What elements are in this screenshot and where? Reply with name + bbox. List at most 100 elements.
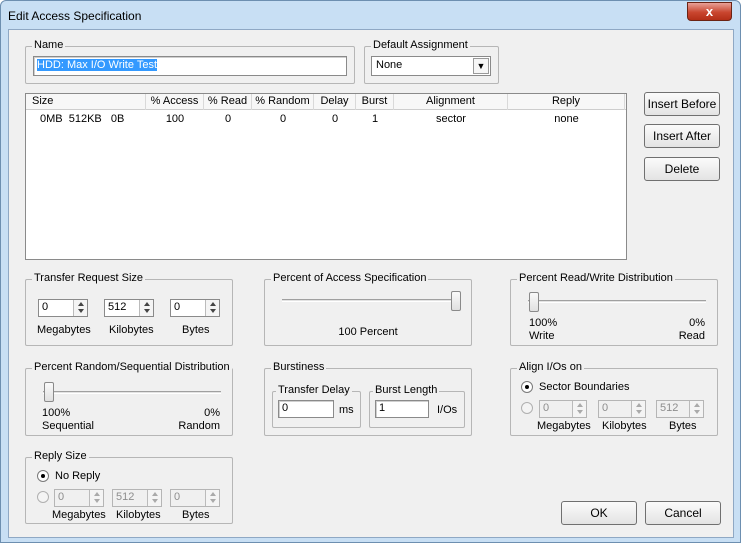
transfer-kilobytes-label: Kilobytes: [109, 324, 154, 336]
random-sequential-group: Percent Random/Sequential Distribution 1…: [25, 361, 233, 436]
reply-bytes-value: 0: [174, 491, 181, 503]
reply-bytes-stepper[interactable]: 0: [170, 489, 220, 507]
column-header-access[interactable]: % Access: [146, 94, 204, 110]
random-sequential-track: [43, 391, 221, 394]
burst-length-input[interactable]: 1: [375, 400, 429, 418]
cell-delay: 0: [331, 113, 339, 125]
name-input[interactable]: HDD: Max I/O Write Test: [33, 56, 347, 76]
reply-custom-radio[interactable]: [37, 491, 49, 503]
reply-size-group: Reply Size No Reply 0 512 0 Megabytes Ki…: [25, 450, 233, 524]
name-group: Name HDD: Max I/O Write Test: [25, 39, 355, 84]
reply-kilobytes-stepper[interactable]: 512: [112, 489, 162, 507]
default-assignment-select[interactable]: None ▼: [371, 56, 491, 76]
reply-size-label: Reply Size: [32, 450, 89, 462]
sector-boundaries-label: Sector Boundaries: [539, 381, 630, 393]
random-sequential-right-name: Random: [178, 420, 220, 432]
list-item[interactable]: 0MB 512KB 0B 100 0 0 0 1 sector none: [26, 112, 626, 127]
reply-kilobytes-label: Kilobytes: [116, 509, 161, 521]
read-write-label: Percent Read/Write Distribution: [517, 272, 675, 284]
align-kilobytes-stepper[interactable]: 0: [598, 400, 646, 418]
random-sequential-slider-thumb[interactable]: [44, 382, 54, 402]
burstiness-group: Burstiness Transfer Delay 0 ms Burst Len…: [264, 361, 472, 436]
updown-arrows-icon[interactable]: [139, 300, 153, 316]
name-group-label: Name: [32, 39, 66, 51]
updown-arrows-icon[interactable]: [73, 300, 87, 316]
ok-button[interactable]: OK: [561, 501, 637, 525]
align-bytes-label: Bytes: [669, 420, 697, 432]
sector-boundaries-radio[interactable]: [521, 381, 533, 393]
cell-reply: none: [554, 113, 579, 125]
transfer-bytes-value: 0: [174, 301, 181, 313]
edit-access-spec-window: Edit Access Specification x Name HDD: Ma…: [0, 0, 741, 543]
column-header-burst[interactable]: Burst: [356, 94, 394, 110]
align-megabytes-label: Megabytes: [537, 420, 591, 432]
read-write-left-percent: 100%: [529, 317, 558, 329]
transfer-delay-input[interactable]: 0: [278, 400, 334, 418]
updown-arrows-icon[interactable]: [89, 490, 103, 506]
access-spec-list[interactable]: Size % Access % Read % Random Delay Burs…: [25, 93, 627, 260]
column-header-alignment[interactable]: Alignment: [394, 94, 508, 110]
column-header-delay[interactable]: Delay: [314, 94, 356, 110]
insert-after-button[interactable]: Insert After: [644, 124, 720, 148]
updown-arrows-icon[interactable]: [147, 490, 161, 506]
reply-bytes-label: Bytes: [182, 509, 210, 521]
transfer-delay-label: Transfer Delay: [276, 384, 352, 396]
read-write-left-name: Write: [529, 330, 555, 342]
reply-megabytes-value: 0: [58, 491, 65, 503]
transfer-megabytes-value: 0: [42, 301, 49, 313]
align-custom-radio[interactable]: [521, 402, 533, 414]
column-header-size[interactable]: Size: [26, 94, 146, 110]
column-header-reply[interactable]: Reply: [508, 94, 625, 110]
column-header-random[interactable]: % Random: [252, 94, 314, 110]
read-write-group: Percent Read/Write Distribution 100% Wri…: [510, 272, 718, 346]
percent-access-label: Percent of Access Specification: [271, 272, 429, 284]
updown-arrows-icon[interactable]: [689, 401, 703, 417]
cancel-button[interactable]: Cancel: [645, 501, 721, 525]
align-bytes-stepper[interactable]: 512: [656, 400, 704, 418]
align-ios-group: Align I/Os on Sector Boundaries 0 0 512 …: [510, 361, 718, 436]
percent-access-track: [282, 299, 460, 302]
transfer-bytes-label: Bytes: [182, 324, 210, 336]
column-header-read[interactable]: % Read: [204, 94, 252, 110]
updown-arrows-icon[interactable]: [631, 401, 645, 417]
updown-arrows-icon[interactable]: [572, 401, 586, 417]
reply-megabytes-stepper[interactable]: 0: [54, 489, 104, 507]
transfer-megabytes-stepper[interactable]: 0: [38, 299, 88, 317]
cell-access: 100: [165, 113, 185, 125]
align-megabytes-stepper[interactable]: 0: [539, 400, 587, 418]
transfer-kilobytes-stepper[interactable]: 512: [104, 299, 154, 317]
chevron-down-icon[interactable]: ▼: [473, 58, 489, 74]
reply-megabytes-label: Megabytes: [52, 509, 106, 521]
burst-length-value: 1: [379, 402, 386, 414]
read-write-slider-thumb[interactable]: [529, 292, 539, 312]
close-button[interactable]: x: [687, 2, 732, 21]
cell-random: 0: [279, 113, 287, 125]
window-title: Edit Access Specification: [8, 9, 142, 23]
no-reply-label: No Reply: [55, 470, 101, 482]
read-write-track: [528, 300, 706, 303]
cell-size: 0MB 512KB 0B: [40, 113, 125, 125]
transfer-kilobytes-value: 512: [108, 301, 127, 313]
insert-before-button[interactable]: Insert Before: [644, 92, 720, 116]
align-kilobytes-value: 0: [602, 402, 609, 414]
percent-access-value: 100 Percent: [338, 326, 398, 338]
updown-arrows-icon[interactable]: [205, 300, 219, 316]
transfer-delay-unit: ms: [339, 404, 354, 416]
cell-alignment: sector: [436, 113, 466, 125]
align-kilobytes-label: Kilobytes: [602, 420, 647, 432]
transfer-bytes-stepper[interactable]: 0: [170, 299, 220, 317]
random-sequential-left-name: Sequential: [42, 420, 94, 432]
delete-button[interactable]: Delete: [644, 157, 720, 181]
updown-arrows-icon[interactable]: [205, 490, 219, 506]
burst-length-unit: I/Os: [437, 404, 458, 416]
transfer-delay-value: 0: [282, 402, 289, 414]
random-sequential-right-percent: 0%: [204, 407, 220, 419]
list-header: Size % Access % Read % Random Delay Burs…: [26, 94, 626, 110]
burst-length-label: Burst Length: [373, 384, 440, 396]
percent-access-slider-thumb[interactable]: [451, 291, 461, 311]
no-reply-radio[interactable]: [37, 470, 49, 482]
default-assignment-value: None: [376, 59, 403, 71]
default-assignment-label: Default Assignment: [371, 39, 470, 51]
title-bar: Edit Access Specification x: [1, 1, 740, 29]
cell-read: 0: [224, 113, 232, 125]
